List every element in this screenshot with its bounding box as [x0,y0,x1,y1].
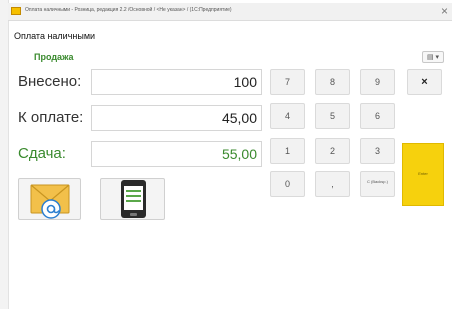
key-4[interactable]: 4 [270,103,305,129]
key-3[interactable]: 3 [360,138,395,164]
backspace-key[interactable]: C (Backsp.) [360,171,395,197]
email-icon [30,184,70,219]
key-5[interactable]: 5 [315,103,350,129]
window-title: Оплата наличными - Розница, редакция 2.2… [25,7,232,13]
clear-button[interactable]: × [407,69,442,95]
window-titlebar: Оплата наличными - Розница, редакция 2.2… [8,3,452,21]
form-title: Оплата наличными [14,31,96,41]
key-8[interactable]: 8 [315,69,350,95]
to-pay-label: К оплате: [18,109,84,126]
key-0[interactable]: 0 [270,171,305,197]
left-edge-panel [0,0,9,309]
1c-app-icon [11,7,21,15]
deposited-field[interactable]: 100 [91,69,262,95]
send-sms-button[interactable] [100,178,165,220]
comma-key[interactable]: , [315,171,350,197]
enter-button[interactable]: Enter [402,143,444,206]
key-6[interactable]: 6 [360,103,395,129]
key-9[interactable]: 9 [360,69,395,95]
operation-type-label: Продажа [34,52,74,62]
deposited-label: Внесено: [18,73,82,90]
change-label: Сдача: [18,145,66,162]
to-pay-field[interactable]: 45,00 [91,105,262,131]
key-2[interactable]: 2 [315,138,350,164]
send-email-button[interactable] [18,178,81,220]
change-field[interactable]: 55,00 [91,141,262,167]
phone-icon [121,180,146,218]
form-menu-button[interactable]: ▤ ▾ [422,51,444,63]
key-1[interactable]: 1 [270,138,305,164]
window-close-button[interactable]: × [441,4,448,18]
key-7[interactable]: 7 [270,69,305,95]
